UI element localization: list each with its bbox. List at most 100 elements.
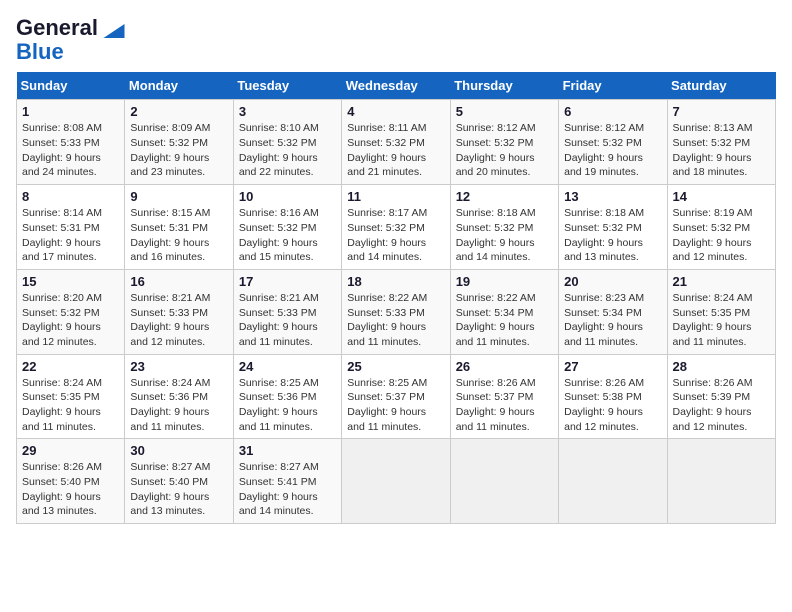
day-number: 1 — [22, 104, 119, 119]
calendar-cell: 6 Sunrise: 8:12 AMSunset: 5:32 PMDaylight… — [559, 100, 667, 185]
day-number: 26 — [456, 359, 553, 374]
day-info: Sunrise: 8:22 AMSunset: 5:33 PMDaylight:… — [347, 291, 444, 350]
calendar-cell: 10 Sunrise: 8:16 AMSunset: 5:32 PMDayligh… — [233, 185, 341, 270]
calendar-week-1: 1 Sunrise: 8:08 AMSunset: 5:33 PMDaylight… — [17, 100, 776, 185]
day-info: Sunrise: 8:15 AMSunset: 5:31 PMDaylight:… — [130, 206, 227, 265]
calendar-cell: 13 Sunrise: 8:18 AMSunset: 5:32 PMDayligh… — [559, 185, 667, 270]
header-monday: Monday — [125, 72, 233, 100]
day-number: 25 — [347, 359, 444, 374]
calendar-cell: 9Sunrise: 8:15 AMSunset: 5:31 PMDaylight… — [125, 185, 233, 270]
day-info: Sunrise: 8:18 AMSunset: 5:32 PMDaylight:… — [456, 206, 553, 265]
calendar-cell: 20 Sunrise: 8:23 AMSunset: 5:34 PMDayligh… — [559, 269, 667, 354]
logo-icon — [100, 24, 128, 38]
day-number: 5 — [456, 104, 553, 119]
header-sunday: Sunday — [17, 72, 125, 100]
day-info: Sunrise: 8:23 AMSunset: 5:34 PMDaylight:… — [564, 291, 661, 350]
day-info: Sunrise: 8:11 AMSunset: 5:32 PMDaylight:… — [347, 121, 444, 180]
day-info: Sunrise: 8:21 AMSunset: 5:33 PMDaylight:… — [130, 291, 227, 350]
calendar-cell: 3 Sunrise: 8:10 AMSunset: 5:32 PMDaylight… — [233, 100, 341, 185]
day-info: Sunrise: 8:09 AMSunset: 5:32 PMDaylight:… — [130, 121, 227, 180]
calendar-cell: 30 Sunrise: 8:27 AMSunset: 5:40 PMDayligh… — [125, 439, 233, 524]
calendar-week-2: 8Sunrise: 8:14 AMSunset: 5:31 PMDaylight… — [17, 185, 776, 270]
day-number: 30 — [130, 443, 227, 458]
page-header: GeneralBlue — [16, 16, 776, 64]
day-number: 7 — [673, 104, 770, 119]
calendar-cell: 11Sunrise: 8:17 AMSunset: 5:32 PMDayligh… — [342, 185, 450, 270]
calendar-cell: 7 Sunrise: 8:13 AMSunset: 5:32 PMDaylight… — [667, 100, 775, 185]
day-number: 3 — [239, 104, 336, 119]
day-number: 14 — [673, 189, 770, 204]
day-info: Sunrise: 8:08 AMSunset: 5:33 PMDaylight:… — [22, 121, 119, 180]
day-number: 15 — [22, 274, 119, 289]
header-saturday: Saturday — [667, 72, 775, 100]
day-info: Sunrise: 8:10 AMSunset: 5:32 PMDaylight:… — [239, 121, 336, 180]
calendar-cell: 5 Sunrise: 8:12 AMSunset: 5:32 PMDaylight… — [450, 100, 558, 185]
day-number: 21 — [673, 274, 770, 289]
header-thursday: Thursday — [450, 72, 558, 100]
calendar-week-3: 15 Sunrise: 8:20 AMSunset: 5:32 PMDayligh… — [17, 269, 776, 354]
day-number: 16 — [130, 274, 227, 289]
day-info: Sunrise: 8:13 AMSunset: 5:32 PMDaylight:… — [673, 121, 770, 180]
day-info: Sunrise: 8:26 AMSunset: 5:40 PMDaylight:… — [22, 460, 119, 519]
calendar-cell: 1 Sunrise: 8:08 AMSunset: 5:33 PMDaylight… — [17, 100, 125, 185]
day-number: 31 — [239, 443, 336, 458]
header-tuesday: Tuesday — [233, 72, 341, 100]
calendar-week-5: 29 Sunrise: 8:26 AMSunset: 5:40 PMDayligh… — [17, 439, 776, 524]
calendar-cell: 23 Sunrise: 8:24 AMSunset: 5:36 PMDayligh… — [125, 354, 233, 439]
day-number: 23 — [130, 359, 227, 374]
day-info: Sunrise: 8:25 AMSunset: 5:37 PMDaylight:… — [347, 376, 444, 435]
day-info: Sunrise: 8:16 AMSunset: 5:32 PMDaylight:… — [239, 206, 336, 265]
day-number: 19 — [456, 274, 553, 289]
calendar-cell: 12 Sunrise: 8:18 AMSunset: 5:32 PMDayligh… — [450, 185, 558, 270]
calendar-cell — [342, 439, 450, 524]
day-number: 22 — [22, 359, 119, 374]
day-number: 6 — [564, 104, 661, 119]
day-number: 12 — [456, 189, 553, 204]
calendar-cell: 28Sunrise: 8:26 AMSunset: 5:39 PMDayligh… — [667, 354, 775, 439]
day-info: Sunrise: 8:20 AMSunset: 5:32 PMDaylight:… — [22, 291, 119, 350]
day-number: 8 — [22, 189, 119, 204]
calendar-cell: 29 Sunrise: 8:26 AMSunset: 5:40 PMDayligh… — [17, 439, 125, 524]
calendar-cell: 19 Sunrise: 8:22 AMSunset: 5:34 PMDayligh… — [450, 269, 558, 354]
logo: GeneralBlue — [16, 16, 128, 64]
calendar-cell — [450, 439, 558, 524]
header-wednesday: Wednesday — [342, 72, 450, 100]
day-info: Sunrise: 8:21 AMSunset: 5:33 PMDaylight:… — [239, 291, 336, 350]
calendar-cell: 26Sunrise: 8:26 AMSunset: 5:37 PMDayligh… — [450, 354, 558, 439]
calendar-header-row: SundayMondayTuesdayWednesdayThursdayFrid… — [17, 72, 776, 100]
calendar-cell: 17Sunrise: 8:21 AMSunset: 5:33 PMDayligh… — [233, 269, 341, 354]
day-number: 2 — [130, 104, 227, 119]
logo-text: GeneralBlue — [16, 16, 98, 64]
calendar-cell: 4 Sunrise: 8:11 AMSunset: 5:32 PMDaylight… — [342, 100, 450, 185]
calendar-cell: 14Sunrise: 8:19 AMSunset: 5:32 PMDayligh… — [667, 185, 775, 270]
calendar-body: 1 Sunrise: 8:08 AMSunset: 5:33 PMDaylight… — [17, 100, 776, 524]
day-number: 4 — [347, 104, 444, 119]
day-number: 18 — [347, 274, 444, 289]
day-number: 10 — [239, 189, 336, 204]
day-number: 11 — [347, 189, 444, 204]
calendar-cell: 15 Sunrise: 8:20 AMSunset: 5:32 PMDayligh… — [17, 269, 125, 354]
day-number: 20 — [564, 274, 661, 289]
day-number: 28 — [673, 359, 770, 374]
day-info: Sunrise: 8:27 AMSunset: 5:41 PMDaylight:… — [239, 460, 336, 519]
day-info: Sunrise: 8:22 AMSunset: 5:34 PMDaylight:… — [456, 291, 553, 350]
calendar-cell: 27Sunrise: 8:26 AMSunset: 5:38 PMDayligh… — [559, 354, 667, 439]
day-info: Sunrise: 8:18 AMSunset: 5:32 PMDaylight:… — [564, 206, 661, 265]
calendar-cell — [667, 439, 775, 524]
day-info: Sunrise: 8:12 AMSunset: 5:32 PMDaylight:… — [456, 121, 553, 180]
day-info: Sunrise: 8:12 AMSunset: 5:32 PMDaylight:… — [564, 121, 661, 180]
calendar-cell: 25 Sunrise: 8:25 AMSunset: 5:37 PMDayligh… — [342, 354, 450, 439]
day-info: Sunrise: 8:25 AMSunset: 5:36 PMDaylight:… — [239, 376, 336, 435]
day-number: 29 — [22, 443, 119, 458]
day-number: 13 — [564, 189, 661, 204]
calendar-cell: 21Sunrise: 8:24 AMSunset: 5:35 PMDayligh… — [667, 269, 775, 354]
calendar-cell: 2 Sunrise: 8:09 AMSunset: 5:32 PMDaylight… — [125, 100, 233, 185]
day-info: Sunrise: 8:27 AMSunset: 5:40 PMDaylight:… — [130, 460, 227, 519]
day-info: Sunrise: 8:24 AMSunset: 5:35 PMDaylight:… — [22, 376, 119, 435]
calendar-cell: 24 Sunrise: 8:25 AMSunset: 5:36 PMDayligh… — [233, 354, 341, 439]
calendar-cell: 22 Sunrise: 8:24 AMSunset: 5:35 PMDayligh… — [17, 354, 125, 439]
calendar-cell: 18 Sunrise: 8:22 AMSunset: 5:33 PMDayligh… — [342, 269, 450, 354]
day-info: Sunrise: 8:24 AMSunset: 5:36 PMDaylight:… — [130, 376, 227, 435]
day-number: 27 — [564, 359, 661, 374]
day-number: 24 — [239, 359, 336, 374]
